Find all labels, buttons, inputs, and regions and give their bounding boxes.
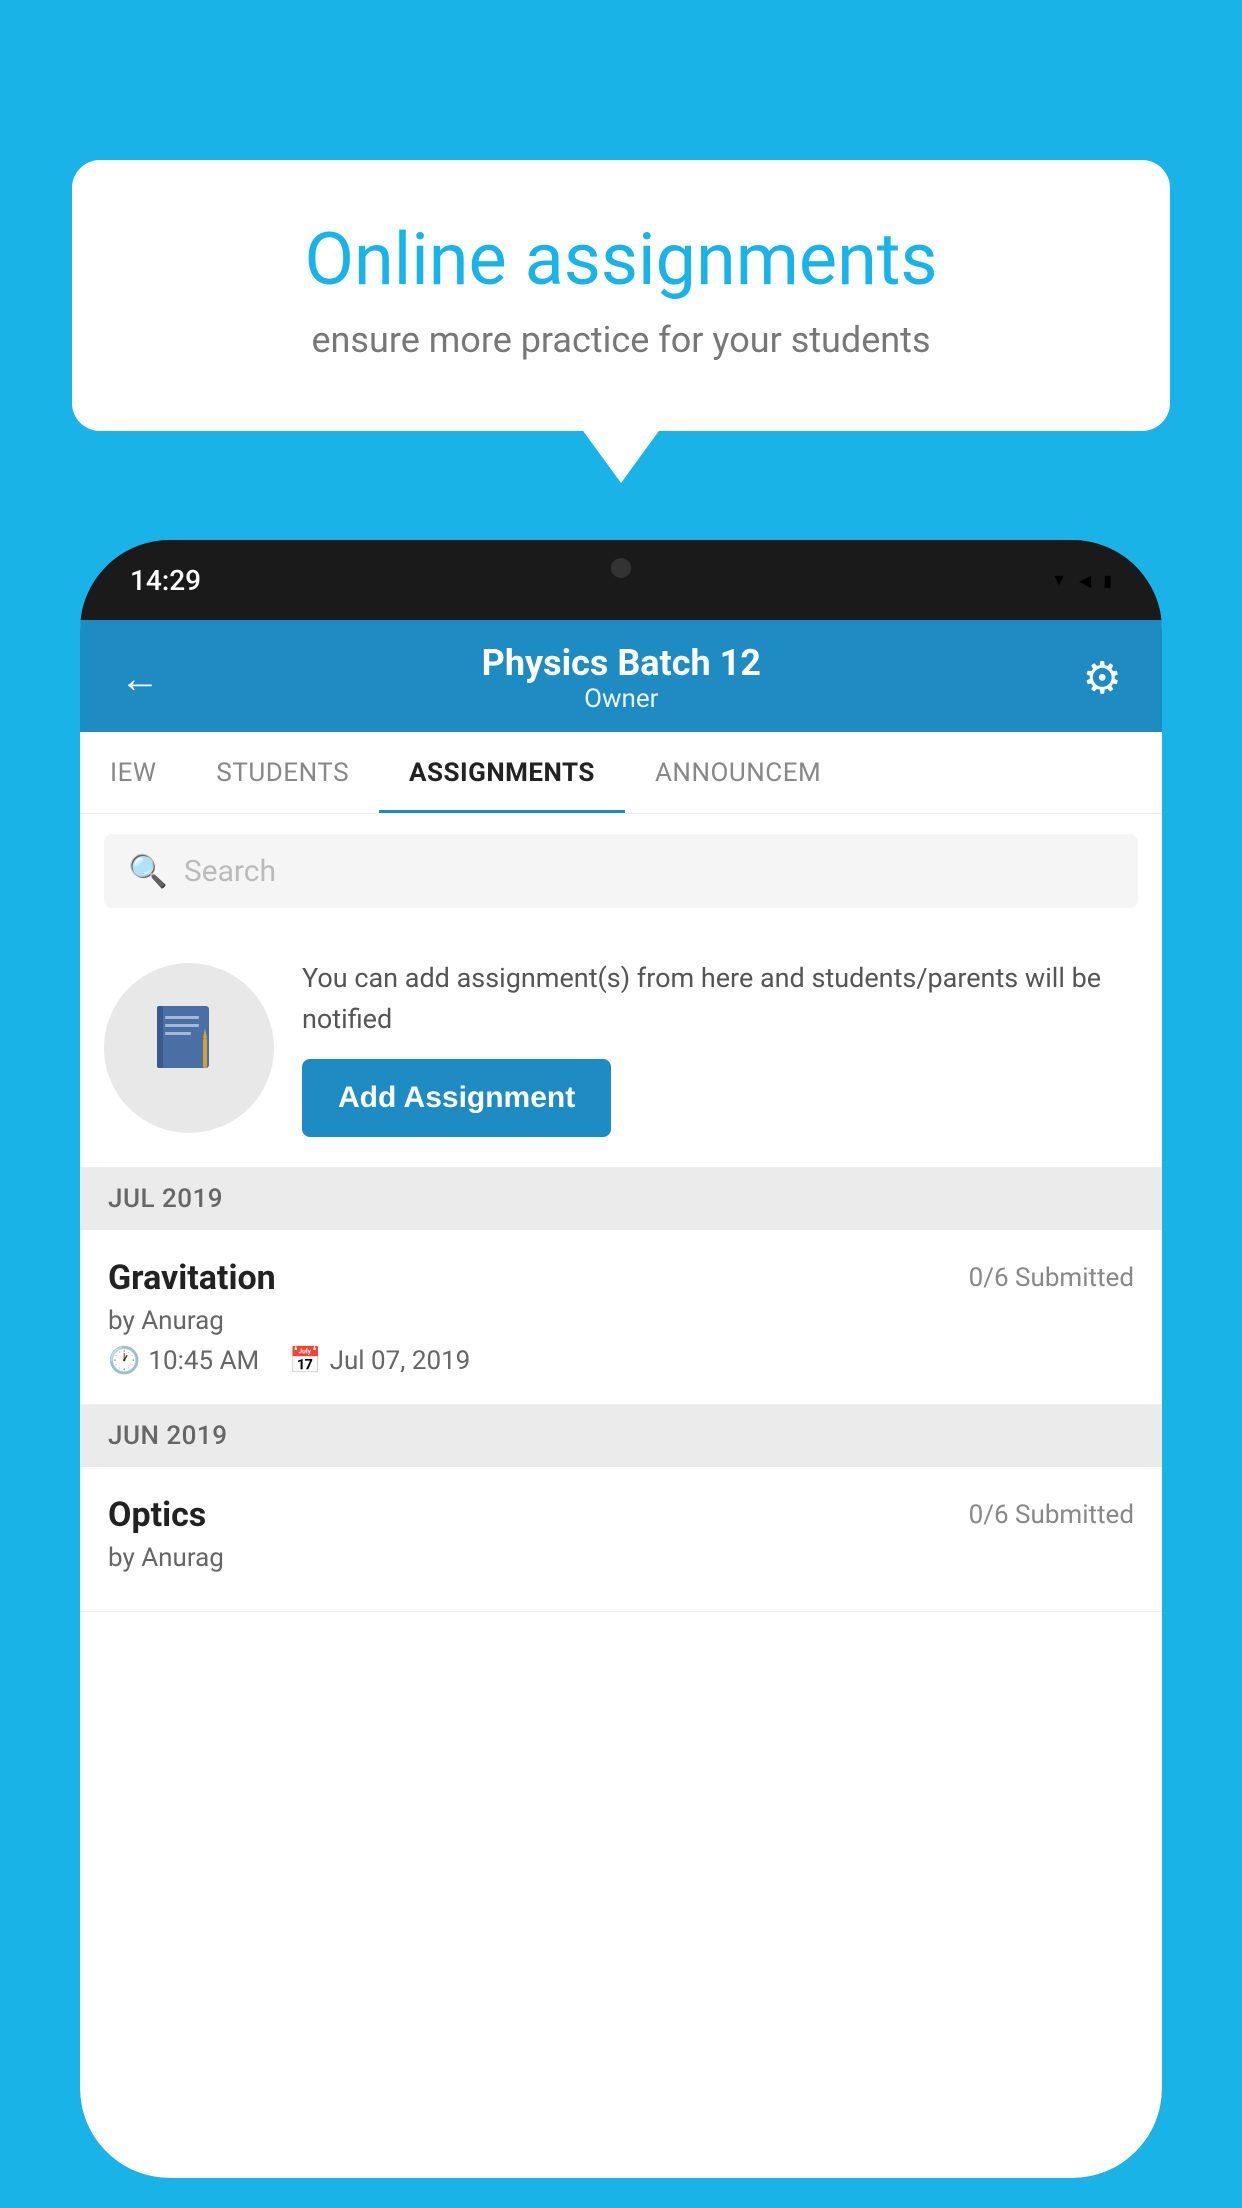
calendar-icon: 📅	[289, 1346, 321, 1376]
assignment-meta-gravitation: 🕐 10:45 AM 📅 Jul 07, 2019	[108, 1346, 1134, 1376]
batch-title: Physics Batch 12	[482, 642, 761, 684]
tabs-bar: IEW STUDENTS ASSIGNMENTS ANNOUNCEM	[80, 732, 1162, 814]
notebook-icon	[149, 998, 229, 1098]
tab-assignments[interactable]: ASSIGNMENTS	[379, 732, 625, 813]
assignment-top-row-optics: Optics 0/6 Submitted	[108, 1495, 1134, 1535]
header-center: Physics Batch 12 Owner	[482, 642, 761, 714]
battery-icon: ▮	[1103, 571, 1112, 590]
back-button[interactable]: ←	[120, 655, 160, 702]
search-icon: 🔍	[128, 852, 168, 890]
month-header-jun: JUN 2019	[80, 1405, 1162, 1467]
promo-description: You can add assignment(s) from here and …	[302, 958, 1138, 1039]
clock-icon: 🕐	[108, 1346, 140, 1376]
add-assignment-button[interactable]: Add Assignment	[302, 1059, 611, 1137]
assignment-name-gravitation: Gravitation	[108, 1258, 276, 1298]
assignment-top-row: Gravitation 0/6 Submitted	[108, 1258, 1134, 1298]
assignment-submitted-optics: 0/6 Submitted	[969, 1500, 1134, 1530]
assignment-time: 🕐 10:45 AM	[108, 1346, 259, 1376]
speech-bubble-area: Online assignments ensure more practice …	[72, 160, 1170, 431]
assignment-by-gravitation: by Anurag	[108, 1306, 1134, 1336]
tab-iew[interactable]: IEW	[80, 732, 186, 813]
batch-role: Owner	[482, 684, 761, 714]
phone-time: 14:29	[130, 564, 201, 597]
assignment-optics[interactable]: Optics 0/6 Submitted by Anurag	[80, 1467, 1162, 1612]
promo-right: You can add assignment(s) from here and …	[302, 958, 1138, 1137]
status-bar: 14:29 ▼ ◀ ▮	[80, 540, 1162, 620]
wifi-icon: ▼	[1051, 570, 1067, 590]
assignment-date-value: Jul 07, 2019	[330, 1346, 471, 1376]
tab-announcements[interactable]: ANNOUNCEM	[625, 732, 851, 813]
assignment-by-optics: by Anurag	[108, 1543, 1134, 1573]
phone-notch	[531, 540, 711, 595]
app-screen: ← Physics Batch 12 Owner ⚙ IEW STUDENTS …	[80, 620, 1162, 2178]
assignment-gravitation[interactable]: Gravitation 0/6 Submitted by Anurag 🕐 10…	[80, 1230, 1162, 1405]
search-bar[interactable]: 🔍 Search	[104, 834, 1138, 908]
month-header-jul: JUL 2019	[80, 1168, 1162, 1230]
speech-bubble-title: Online assignments	[142, 220, 1100, 299]
speech-bubble-card: Online assignments ensure more practice …	[72, 160, 1170, 431]
promo-block: You can add assignment(s) from here and …	[80, 928, 1162, 1168]
signal-icon: ◀	[1079, 571, 1091, 590]
search-placeholder: Search	[184, 854, 276, 889]
tab-students[interactable]: STUDENTS	[186, 732, 379, 813]
status-icons: ▼ ◀ ▮	[1051, 570, 1112, 590]
assignment-submitted-gravitation: 0/6 Submitted	[969, 1263, 1134, 1293]
phone-frame: 14:29 ▼ ◀ ▮ ← Physics Batch 12 Owner ⚙ I…	[80, 540, 1162, 2178]
camera-dot	[611, 558, 631, 578]
assignment-time-value: 10:45 AM	[148, 1346, 259, 1376]
search-container: 🔍 Search	[80, 814, 1162, 928]
app-header: ← Physics Batch 12 Owner ⚙	[80, 620, 1162, 732]
promo-icon-circle	[104, 963, 274, 1133]
assignment-date: 📅 Jul 07, 2019	[289, 1346, 470, 1376]
speech-bubble-subtitle: ensure more practice for your students	[142, 319, 1100, 361]
assignment-name-optics: Optics	[108, 1495, 206, 1535]
settings-icon[interactable]: ⚙	[1083, 652, 1122, 704]
